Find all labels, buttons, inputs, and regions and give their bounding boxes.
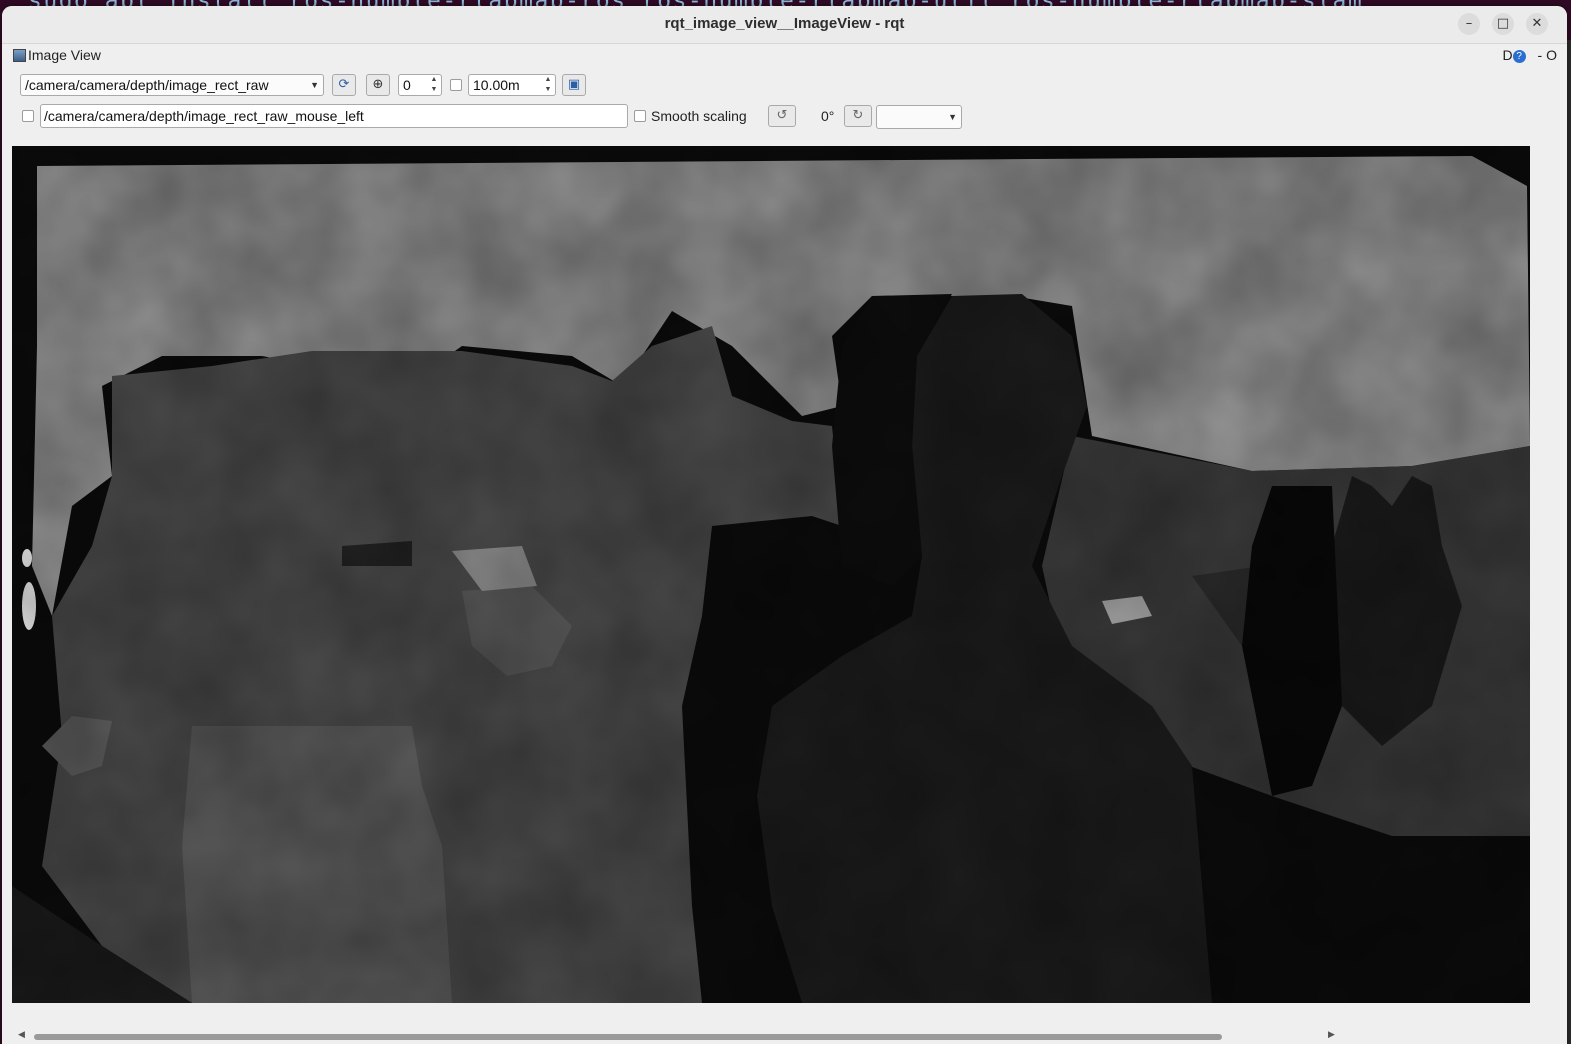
- max-depth-checkbox[interactable]: [450, 79, 462, 91]
- scroll-right-arrow-icon[interactable]: ▶: [1328, 1030, 1335, 1040]
- window-title: rqt_image_view__ImageView - rqt: [664, 15, 905, 32]
- close-button[interactable]: ✕: [1526, 13, 1548, 35]
- dock-controls: D? - O: [1503, 47, 1557, 63]
- publish-mouse-checkbox[interactable]: [22, 110, 34, 122]
- spin-arrows-icon[interactable]: ▲ ▼: [429, 75, 439, 95]
- refresh-button[interactable]: ⟳: [332, 74, 356, 96]
- dock-close-float-buttons[interactable]: - O: [1538, 47, 1557, 63]
- max-value-spinbox[interactable]: 10.00m ▲ ▼: [468, 74, 556, 96]
- rotate-left-button[interactable]: ↺: [768, 105, 796, 127]
- depth-image-view[interactable]: [12, 146, 1530, 1003]
- dock-header: Image View D? - O: [10, 46, 1567, 68]
- zoom-icon: ⊕: [372, 77, 384, 92]
- save-button[interactable]: ▣: [562, 74, 586, 96]
- rqt-window: rqt_image_view__ImageView - rqt – □ ✕ Im…: [2, 6, 1567, 1044]
- maximize-button[interactable]: □: [1492, 13, 1514, 35]
- help-icon[interactable]: ?: [1512, 49, 1526, 63]
- color-scheme-select[interactable]: ▼: [876, 105, 962, 129]
- rotate-right-button[interactable]: ↻: [844, 105, 872, 127]
- topic-select-value: /camera/camera/depth/image_rect_raw: [25, 77, 269, 93]
- refresh-icon: ⟳: [338, 77, 350, 92]
- dock-title: Image View: [28, 47, 101, 63]
- min-value-spinbox[interactable]: 0 ▲ ▼: [398, 74, 442, 96]
- chevron-down-icon: ▼: [310, 80, 319, 90]
- scrollbar-thumb[interactable]: [34, 1034, 1222, 1040]
- depth-image: [12, 146, 1530, 1003]
- title-bar[interactable]: rqt_image_view__ImageView - rqt – □ ✕: [2, 6, 1567, 44]
- rotation-label: 0°: [821, 108, 835, 124]
- horizontal-scrollbar[interactable]: ◀ ▶: [12, 1030, 1337, 1042]
- min-value: 0: [403, 77, 411, 93]
- image-view-icon: [13, 49, 26, 62]
- chevron-down-icon: ▼: [948, 112, 957, 122]
- smooth-scaling-label: Smooth scaling: [651, 108, 747, 124]
- smooth-scaling-checkbox[interactable]: [634, 110, 646, 122]
- mouse-topic-field[interactable]: /camera/camera/depth/image_rect_raw_mous…: [40, 104, 628, 128]
- desktop: sudo apt install ros-humble-rtabmap-ros …: [0, 0, 1571, 1044]
- minimize-button[interactable]: –: [1458, 13, 1480, 35]
- spin-arrows-icon[interactable]: ▲ ▼: [543, 75, 553, 95]
- rotate-right-icon: ↻: [852, 108, 864, 123]
- topic-select[interactable]: /camera/camera/depth/image_rect_raw ▼: [20, 74, 324, 96]
- max-value: 10.00m: [473, 77, 520, 93]
- rotate-left-icon: ↺: [776, 108, 788, 123]
- scroll-left-arrow-icon[interactable]: ◀: [18, 1030, 25, 1040]
- save-icon: ▣: [567, 77, 581, 92]
- zoom-button[interactable]: ⊕: [366, 74, 390, 96]
- mouse-topic-value: /camera/camera/depth/image_rect_raw_mous…: [44, 108, 364, 124]
- dock-d-button[interactable]: D: [1503, 47, 1513, 63]
